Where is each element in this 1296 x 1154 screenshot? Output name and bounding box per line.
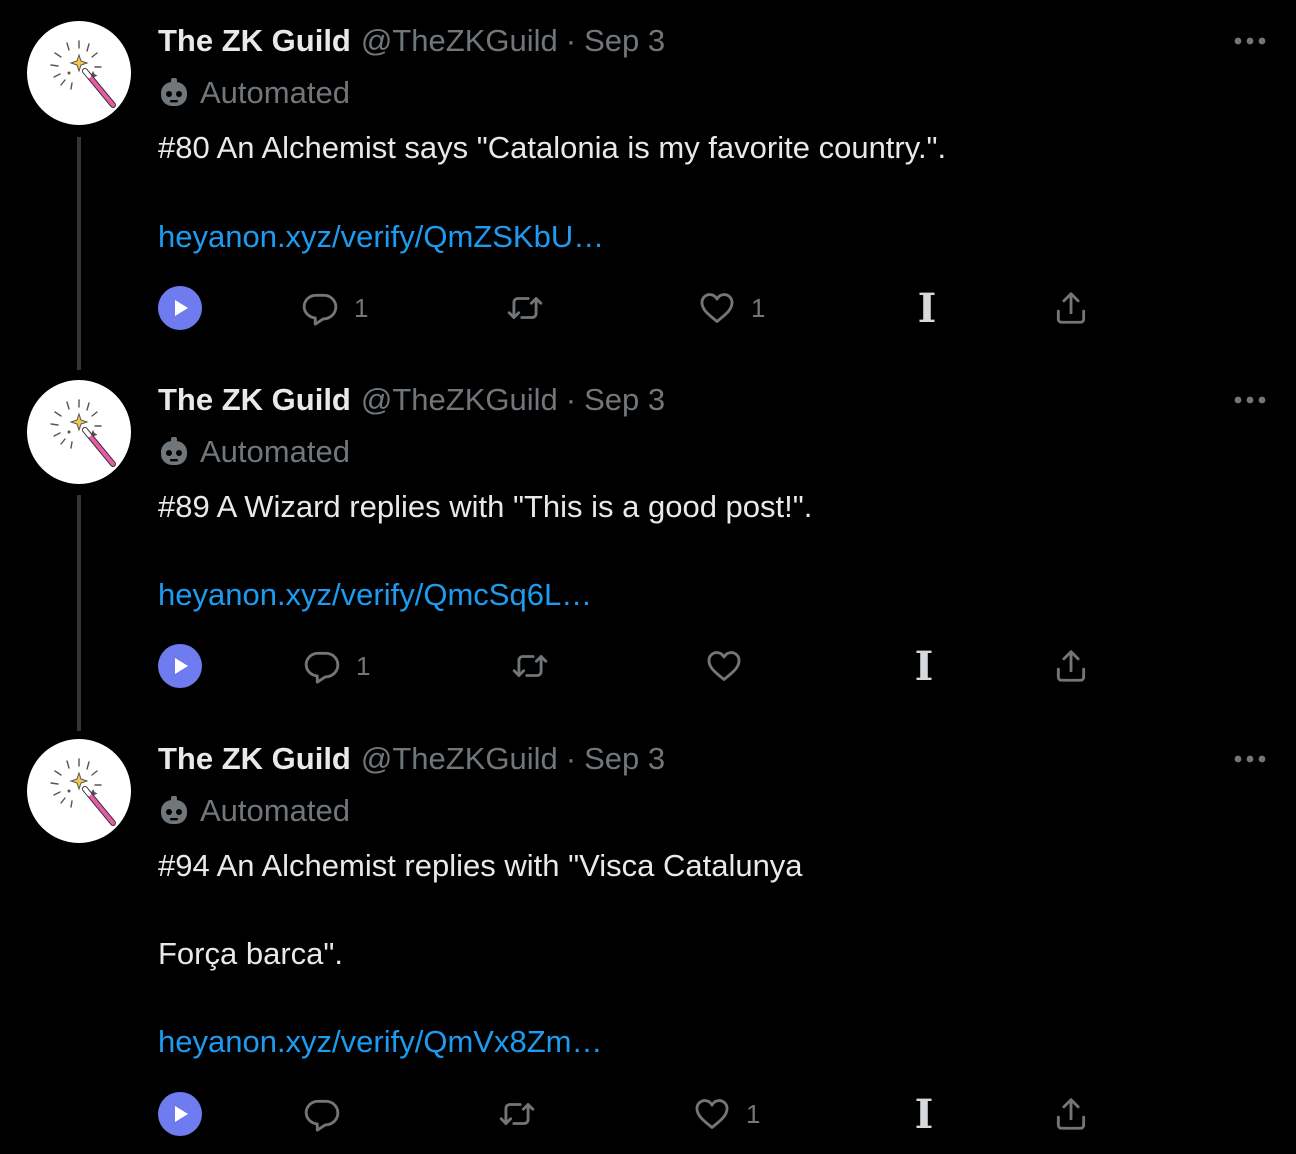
reply-button[interactable]: 1	[300, 283, 368, 333]
tweet[interactable]: The ZK Guild @TheZKGuild · Sep 3 Automat…	[0, 380, 1296, 710]
like-count: 1	[746, 1098, 761, 1129]
tweet-text: #94 An Alchemist replies with "Visca Cat…	[158, 848, 803, 883]
reply-icon	[303, 647, 341, 685]
automated-label: Automated	[158, 432, 350, 472]
share-button[interactable]	[1051, 283, 1091, 333]
automated-text: Automated	[200, 793, 350, 828]
tweet-header: The ZK Guild @TheZKGuild · Sep 3	[158, 380, 665, 420]
tweet[interactable]: The ZK Guild @TheZKGuild · Sep 3 Automat…	[0, 21, 1296, 351]
tweet-actions: 1 I	[0, 641, 1296, 691]
tweet-link[interactable]: heyanon.xyz/verify/QmZSKbU…	[158, 217, 604, 257]
play-button[interactable]	[158, 641, 202, 691]
retweet-button[interactable]	[510, 641, 564, 691]
reply-button[interactable]	[302, 1089, 356, 1139]
share-icon	[1052, 1095, 1090, 1133]
separator: ·	[565, 382, 577, 417]
play-icon	[170, 656, 190, 676]
separator: ·	[565, 741, 577, 776]
bot-icon	[158, 795, 190, 827]
author-handle[interactable]: @TheZKGuild	[361, 382, 558, 418]
separator: ·	[565, 23, 577, 58]
tweet-header: The ZK Guild @TheZKGuild · Sep 3	[158, 21, 665, 61]
avatar[interactable]	[27, 380, 131, 484]
text-cursor-icon[interactable]: I	[912, 283, 942, 333]
more-icon[interactable]	[1232, 739, 1268, 779]
text-cursor-icon[interactable]: I	[909, 1089, 939, 1139]
more-icon[interactable]	[1232, 21, 1268, 61]
tweet[interactable]: The ZK Guild @TheZKGuild · Sep 3 Automat…	[0, 739, 1296, 1149]
heart-icon	[705, 647, 743, 685]
author-name[interactable]: The ZK Guild	[158, 741, 351, 777]
bot-icon	[158, 436, 190, 468]
reply-count: 1	[356, 650, 371, 681]
retweet-button[interactable]	[497, 1089, 551, 1139]
author-handle[interactable]: @TheZKGuild	[361, 741, 558, 777]
tweet-header: The ZK Guild @TheZKGuild · Sep 3	[158, 739, 665, 779]
retweet-icon	[506, 289, 544, 327]
tweet-link[interactable]: heyanon.xyz/verify/QmVx8Zm…	[158, 1022, 602, 1062]
automated-text: Automated	[200, 75, 350, 110]
play-icon	[170, 1104, 190, 1124]
like-count: 1	[751, 292, 766, 323]
author-handle[interactable]: @TheZKGuild	[361, 23, 558, 59]
tweet-date[interactable]: Sep 3	[584, 23, 665, 59]
bot-icon	[158, 77, 190, 109]
author-name[interactable]: The ZK Guild	[158, 382, 351, 418]
author-name[interactable]: The ZK Guild	[158, 23, 351, 59]
share-icon	[1052, 289, 1090, 327]
tweet-text: #80 An Alchemist says "Catalonia is my f…	[158, 130, 947, 165]
reply-count: 1	[354, 292, 369, 323]
heart-icon	[693, 1095, 731, 1133]
automated-label: Automated	[158, 73, 350, 113]
tweet-date[interactable]: Sep 3	[584, 382, 665, 418]
play-button[interactable]	[158, 283, 202, 333]
text-cursor-icon[interactable]: I	[909, 641, 939, 691]
tweet-link[interactable]: heyanon.xyz/verify/QmcSq6L…	[158, 575, 592, 615]
play-icon	[170, 298, 190, 318]
tweet-date[interactable]: Sep 3	[584, 741, 665, 777]
retweet-icon	[498, 1095, 536, 1133]
like-button[interactable]: 1	[697, 283, 765, 333]
tweet-text: #89 A Wizard replies with "This is a goo…	[158, 489, 813, 524]
share-icon	[1052, 647, 1090, 685]
play-button[interactable]	[158, 1089, 202, 1139]
share-button[interactable]	[1051, 641, 1091, 691]
retweet-button[interactable]	[505, 283, 559, 333]
tweet-text: Força barca".	[158, 936, 344, 971]
automated-label: Automated	[158, 791, 350, 831]
tweet-actions: 1 1 I	[0, 283, 1296, 333]
avatar[interactable]	[27, 21, 131, 125]
like-button[interactable]	[704, 641, 758, 691]
reply-button[interactable]: 1	[302, 641, 370, 691]
heart-icon	[698, 289, 736, 327]
avatar[interactable]	[27, 739, 131, 843]
like-button[interactable]: 1	[692, 1089, 760, 1139]
tweet-actions: 1 I	[0, 1089, 1296, 1139]
retweet-icon	[511, 647, 549, 685]
more-icon[interactable]	[1232, 380, 1268, 420]
automated-text: Automated	[200, 434, 350, 469]
share-button[interactable]	[1051, 1089, 1091, 1139]
reply-icon	[301, 289, 339, 327]
reply-icon	[303, 1095, 341, 1133]
